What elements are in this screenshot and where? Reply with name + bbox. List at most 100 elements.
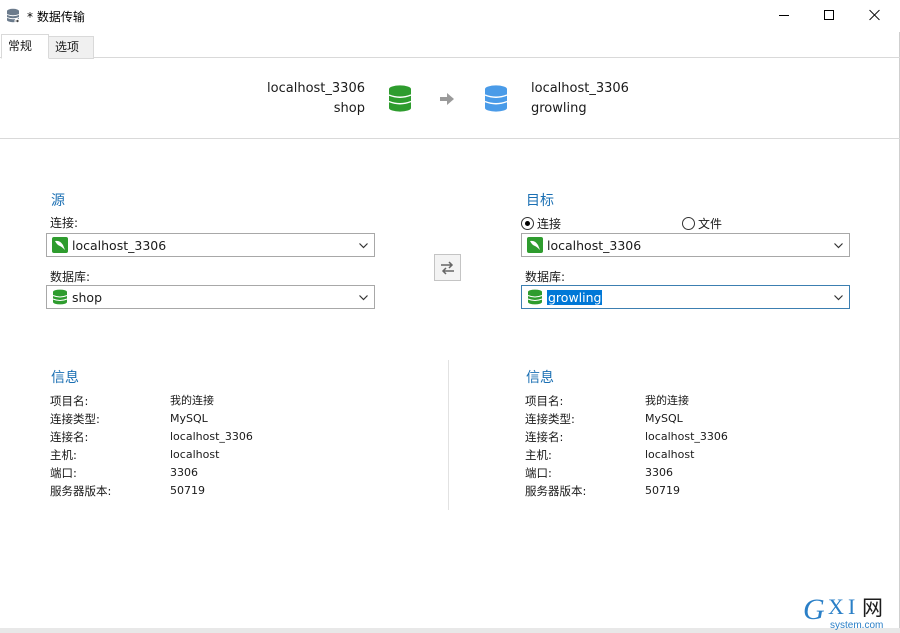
info-value: 3306 xyxy=(645,466,673,479)
info-value: MySQL xyxy=(170,412,208,425)
target-database-icon xyxy=(484,85,508,112)
swap-button[interactable] xyxy=(434,254,461,281)
info-value: localhost_3306 xyxy=(170,430,253,443)
info-row: 连接名: localhost_3306 xyxy=(525,428,885,446)
tab-strip: 常规 选项 xyxy=(0,34,900,59)
transfer-summary: localhost_3306 shop localhost_3306 growl… xyxy=(0,58,900,139)
summary-target: localhost_3306 growling xyxy=(531,79,629,119)
source-database-select[interactable]: shop xyxy=(46,285,375,309)
swap-icon xyxy=(441,260,454,275)
chevron-down-icon xyxy=(359,295,368,301)
info-key: 连接名: xyxy=(525,430,564,444)
info-value: 我的连接 xyxy=(645,394,689,407)
tab-general[interactable]: 常规 xyxy=(1,34,49,59)
minimize-button[interactable] xyxy=(761,0,807,30)
database-icon xyxy=(527,289,543,305)
info-key: 项目名: xyxy=(50,394,89,408)
database-transfer-icon xyxy=(6,8,20,24)
summary-source: localhost_3306 shop xyxy=(267,79,365,119)
source-database-value: shop xyxy=(72,289,103,305)
info-key: 主机: xyxy=(525,448,552,462)
target-database-select[interactable]: growling xyxy=(521,285,850,309)
info-value: 50719 xyxy=(645,484,680,497)
database-icon xyxy=(52,289,68,305)
radio-dot xyxy=(682,217,695,230)
window-title: * 数据传输 xyxy=(27,10,85,24)
info-row: 端口: 3306 xyxy=(525,464,885,482)
source-connection-select[interactable]: localhost_3306 xyxy=(46,233,375,257)
source-info-table: 项目名: 我的连接 连接类型: MySQL 连接名: localhost_3306 主… xyxy=(50,392,410,500)
summary-target-database: growling xyxy=(531,101,587,116)
info-row: 连接类型: MySQL xyxy=(50,410,410,428)
radio-file-label: 文件 xyxy=(698,217,723,231)
info-value: localhost xyxy=(170,448,220,461)
tab-options[interactable]: 选项 xyxy=(49,36,94,59)
info-value: 我的连接 xyxy=(170,394,214,407)
info-key: 端口: xyxy=(50,466,77,480)
title-bar: * 数据传输 xyxy=(0,0,900,32)
svg-text:system.com: system.com xyxy=(830,620,883,630)
info-row: 项目名: 我的连接 xyxy=(525,392,885,410)
info-value: localhost xyxy=(645,448,695,461)
info-key: 端口: xyxy=(525,466,552,480)
info-key: 主机: xyxy=(50,448,77,462)
summary-target-connection: localhost_3306 xyxy=(531,81,629,96)
radio-target-connection[interactable]: 连接 xyxy=(521,215,561,232)
radio-dot xyxy=(521,217,534,230)
source-heading: 源 xyxy=(51,193,65,209)
mysql-connection-icon xyxy=(527,237,543,253)
info-row: 连接名: localhost_3306 xyxy=(50,428,410,446)
info-row: 端口: 3306 xyxy=(50,464,410,482)
target-info-heading: 信息 xyxy=(526,370,554,386)
info-key: 项目名: xyxy=(525,394,564,408)
target-connection-select[interactable]: localhost_3306 xyxy=(521,233,850,257)
svg-text:网: 网 xyxy=(862,596,883,620)
source-info-heading: 信息 xyxy=(51,370,79,386)
close-icon xyxy=(869,9,881,21)
arrow-right-icon xyxy=(440,93,454,105)
svg-text:G: G xyxy=(803,593,825,626)
summary-source-database: shop xyxy=(333,101,365,116)
maximize-button[interactable] xyxy=(806,0,852,30)
target-database-label: 数据库: xyxy=(525,270,566,284)
radio-target-file[interactable]: 文件 xyxy=(682,215,722,232)
data-transfer-window: * 数据传输 常规 选项 localhost_3306 shop localho… xyxy=(0,0,900,633)
summary-source-connection: localhost_3306 xyxy=(267,81,365,96)
info-row: 主机: localhost xyxy=(50,446,410,464)
close-button[interactable] xyxy=(852,0,898,30)
chevron-down-icon xyxy=(359,243,368,249)
info-row: 连接类型: MySQL xyxy=(525,410,885,428)
target-heading: 目标 xyxy=(526,193,554,209)
info-key: 连接类型: xyxy=(50,412,100,426)
info-key: 连接名: xyxy=(50,430,89,444)
chevron-down-icon xyxy=(834,243,843,249)
info-key: 服务器版本: xyxy=(50,484,112,498)
info-value: localhost_3306 xyxy=(645,430,728,443)
info-value: 50719 xyxy=(170,484,205,497)
svg-text:I: I xyxy=(848,594,855,619)
info-row: 主机: localhost xyxy=(525,446,885,464)
source-connection-label: 连接: xyxy=(50,216,79,230)
source-connection-value: localhost_3306 xyxy=(72,237,167,253)
bottom-strip xyxy=(0,628,900,633)
minimize-icon xyxy=(779,14,789,16)
target-info-table: 项目名: 我的连接 连接类型: MySQL 连接名: localhost_3306 主… xyxy=(525,392,885,500)
watermark-logo: G X I 网 system.com xyxy=(803,593,883,630)
info-key: 连接类型: xyxy=(525,412,575,426)
info-divider xyxy=(448,360,449,510)
info-value: 3306 xyxy=(170,466,198,479)
info-row: 服务器版本: 50719 xyxy=(50,482,410,500)
info-row: 项目名: 我的连接 xyxy=(50,392,410,410)
info-key: 服务器版本: xyxy=(525,484,587,498)
chevron-down-icon xyxy=(834,295,843,301)
source-database-label: 数据库: xyxy=(50,270,91,284)
info-value: MySQL xyxy=(645,412,683,425)
radio-connection-label: 连接 xyxy=(537,217,562,231)
maximize-icon xyxy=(824,10,834,20)
mysql-connection-icon xyxy=(52,237,68,253)
target-connection-value: localhost_3306 xyxy=(547,237,642,253)
target-database-value: growling xyxy=(547,289,603,305)
svg-text:X: X xyxy=(828,594,844,619)
source-database-icon xyxy=(388,85,412,112)
info-row: 服务器版本: 50719 xyxy=(525,482,885,500)
